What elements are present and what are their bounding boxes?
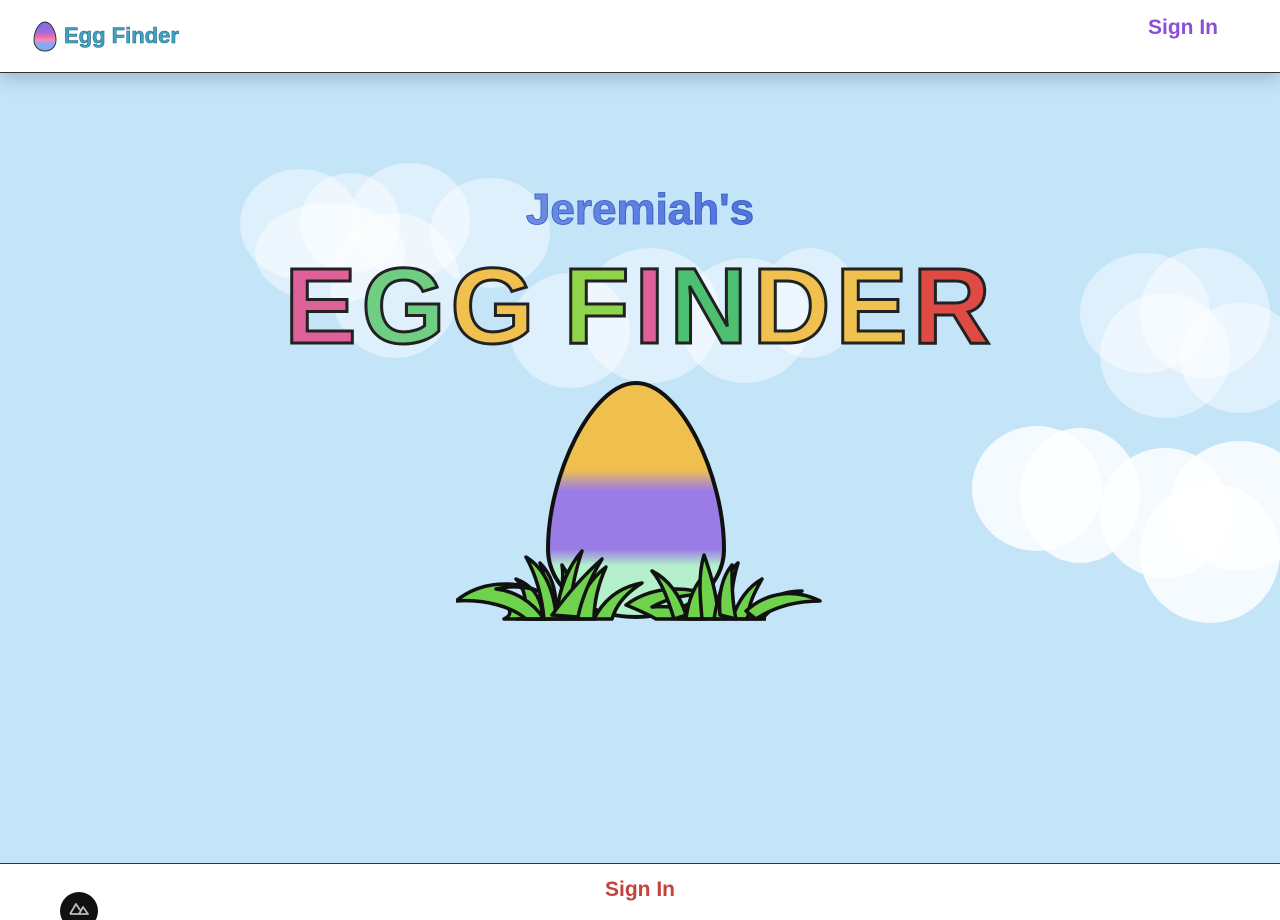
title-letter: D [751, 244, 836, 368]
footer-bar: Sign In [0, 863, 1280, 920]
title-letter [540, 243, 564, 368]
title-letter: F [562, 244, 635, 368]
title-letter: G [360, 244, 451, 368]
title-letter: N [668, 244, 753, 368]
brand-link[interactable]: Egg Finder [33, 20, 179, 52]
cloud [1140, 483, 1280, 623]
egg-icon [33, 20, 57, 52]
title-letter: E [283, 244, 362, 368]
hero-subtitle: Jeremiah's [0, 185, 1280, 235]
title-letter: R [911, 244, 996, 368]
title-letter: E [834, 244, 913, 368]
sign-in-link-header[interactable]: Sign In [1148, 16, 1218, 40]
egg-in-grass-icon [456, 380, 822, 621]
title-letter: G [449, 244, 540, 368]
nuxt-logo-icon [69, 903, 89, 915]
sign-in-link-footer[interactable]: Sign In [0, 878, 1280, 902]
hero-title: EGG FINDER [0, 243, 1280, 368]
title-letter: I [633, 244, 670, 368]
brand-name: Egg Finder [64, 23, 179, 49]
top-navbar: Egg Finder Sign In [0, 0, 1280, 73]
sky-hero: Jeremiah's EGG FINDER [0, 73, 1280, 863]
